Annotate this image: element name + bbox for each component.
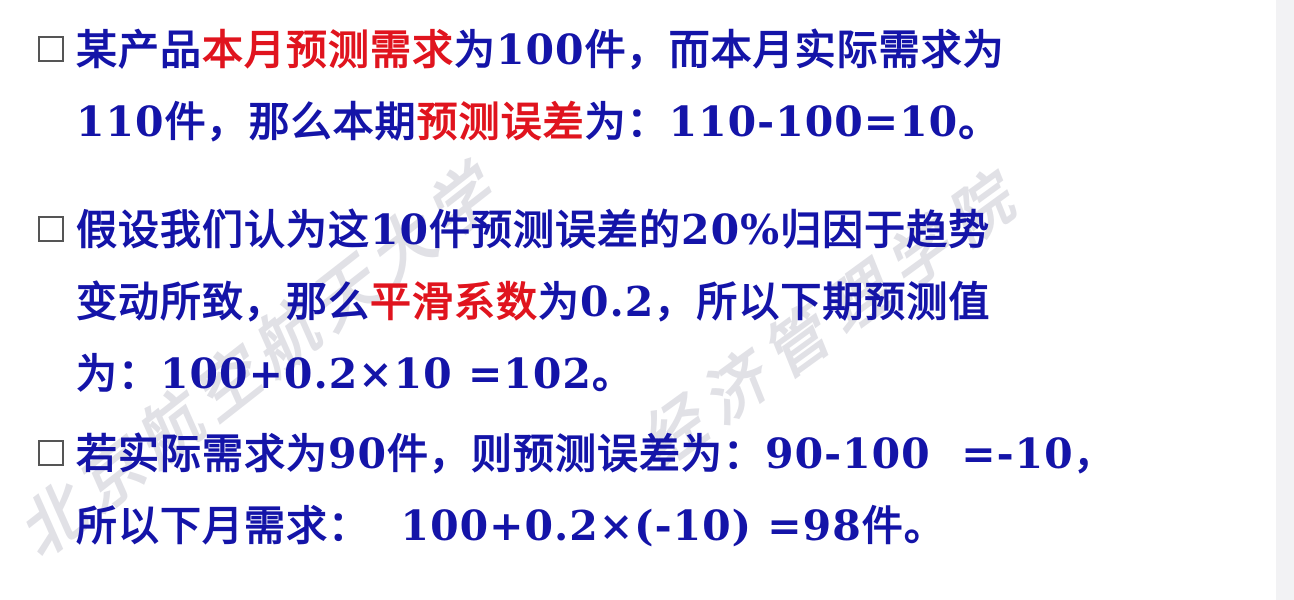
paragraph-1-line-2: 110件，那么本期预测误差为：110-100=10。	[38, 86, 1268, 158]
emphasis-text-forecast-error: 预测误差	[416, 98, 585, 146]
text-segment: 变动所致，那么	[76, 278, 370, 326]
text-segment: 为100件，而本月实际需求为	[454, 26, 1005, 74]
text-segment: 为0.2，所以下期预测值	[538, 278, 991, 326]
text-segment: 所以下月需求： 100+0.2×(-10) =98件。	[76, 502, 946, 550]
slide: 北京航空航天大学 经济管理学院 某产品本月预测需求为100件，而本月实际需求为 …	[0, 0, 1276, 600]
text-segment: 为：110-100=10。	[584, 98, 1001, 146]
emphasis-text-smoothing-coefficient: 平滑系数	[370, 278, 538, 326]
text-segment: 110件，那么本期	[76, 98, 417, 146]
paragraph-1-line-1: 某产品本月预测需求为100件，而本月实际需求为	[38, 14, 1268, 86]
window-edge-strip	[1276, 0, 1294, 600]
bullet-paragraph-2: 假设我们认为这10件预测误差的20%归因于趋势 变动所致，那么平滑系数为0.2，…	[38, 194, 1268, 410]
paragraph-3-line-2: 所以下月需求： 100+0.2×(-10) =98件。	[38, 490, 1268, 562]
bullet-paragraph-1: 某产品本月预测需求为100件，而本月实际需求为 110件，那么本期预测误差为：1…	[38, 14, 1268, 158]
paragraph-2-line-1: 假设我们认为这10件预测误差的20%归因于趋势	[38, 194, 1268, 266]
hollow-square-bullet-icon	[38, 440, 64, 466]
emphasis-text-forecast-demand: 本月预测需求	[202, 26, 454, 74]
text-segment: 为：100+0.2×10 =102。	[76, 350, 634, 398]
paragraph-2-line-2: 变动所致，那么平滑系数为0.2，所以下期预测值	[38, 266, 1268, 338]
hollow-square-bullet-icon	[38, 216, 64, 242]
text-segment: 假设我们认为这10件预测误差的20%归因于趋势	[76, 206, 991, 254]
hollow-square-bullet-icon	[38, 36, 64, 62]
text-segment: 某产品	[76, 26, 202, 74]
paragraph-2-line-3: 为：100+0.2×10 =102。	[38, 338, 1268, 410]
bullet-paragraph-3: 若实际需求为90件，则预测误差为：90-100 =-10， 所以下月需求： 10…	[38, 418, 1268, 562]
text-segment: 若实际需求为90件，则预测误差为：90-100 =-10，	[76, 430, 1116, 478]
paragraph-3-line-1: 若实际需求为90件，则预测误差为：90-100 =-10，	[38, 418, 1268, 490]
